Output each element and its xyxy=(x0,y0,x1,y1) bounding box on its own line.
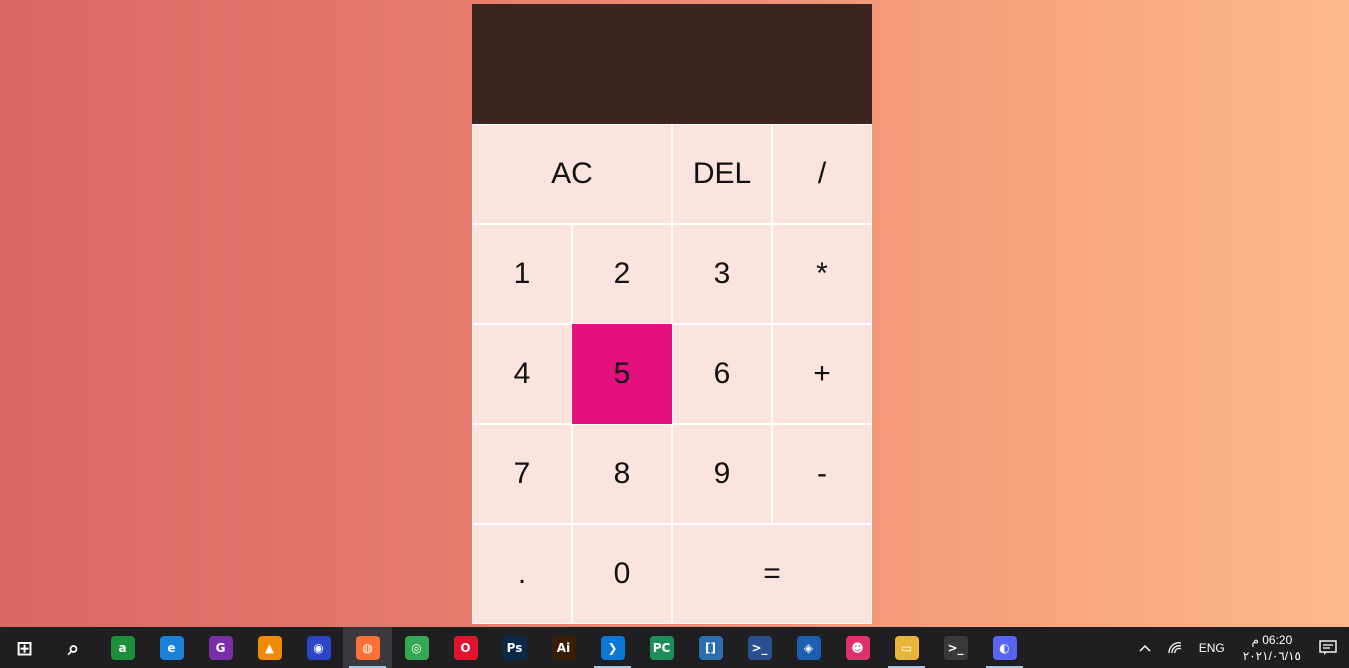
vscode-icon[interactable]: ❯ xyxy=(588,627,637,668)
windows-taskbar: ⊞ ⌕ a e G ▲ ◉ ◍ ◎ O Ps Ai ❯ PC [] >_ ◈ ☻ ▭ >_ ◐ ENG 06:20 م … xyxy=(0,627,1349,668)
vscode-glyph-icon: ❯ xyxy=(600,635,625,660)
chrome-icon[interactable]: ◎ xyxy=(392,627,441,668)
divide-button[interactable]: / xyxy=(772,124,872,224)
decimal-button[interactable]: . xyxy=(472,524,572,624)
translator-app-icon[interactable]: a xyxy=(98,627,147,668)
add-button[interactable]: + xyxy=(772,324,872,424)
delete-button[interactable]: DEL xyxy=(672,124,772,224)
translator-app-glyph-icon: a xyxy=(110,635,135,660)
discord-icon[interactable]: ◐ xyxy=(980,627,1029,668)
brackets-glyph-icon: [] xyxy=(698,635,723,660)
opera-icon[interactable]: O xyxy=(441,627,490,668)
robot-app-icon[interactable]: ☻ xyxy=(833,627,882,668)
terminal-glyph-icon: >_ xyxy=(943,635,968,660)
file-explorer-glyph-icon: ▭ xyxy=(894,635,919,660)
all-clear-button[interactable]: AC xyxy=(472,124,672,224)
pycharm-icon[interactable]: PC xyxy=(637,627,686,668)
windows-start-glyph-icon: ⊞ xyxy=(16,635,33,660)
terminal-icon[interactable]: >_ xyxy=(931,627,980,668)
search-glyph-icon: ⌕ xyxy=(67,635,80,660)
g-app-glyph-icon: G xyxy=(208,635,233,660)
equals-button[interactable]: = xyxy=(672,524,872,624)
audio-app-glyph-icon: ◉ xyxy=(306,635,331,660)
firefox-icon[interactable]: ◍ xyxy=(343,627,392,668)
windows-start-icon[interactable]: ⊞ xyxy=(0,627,49,668)
digit-1-button[interactable]: 1 xyxy=(472,224,572,324)
edge-browser-icon[interactable]: e xyxy=(147,627,196,668)
digit-5-button[interactable]: 5 xyxy=(572,324,672,424)
g-app-icon[interactable]: G xyxy=(196,627,245,668)
firefox-glyph-icon: ◍ xyxy=(355,635,380,660)
digit-7-button[interactable]: 7 xyxy=(472,424,572,524)
notifications-icon[interactable] xyxy=(1311,639,1349,656)
photoshop-glyph-icon: Ps xyxy=(502,635,527,660)
clock-time: 06:20 م xyxy=(1251,632,1293,647)
powershell-icon[interactable]: >_ xyxy=(735,627,784,668)
illustrator-glyph-icon: Ai xyxy=(551,635,576,660)
wifi-icon[interactable] xyxy=(1159,641,1191,655)
subtract-button[interactable]: - xyxy=(772,424,872,524)
photoshop-icon[interactable]: Ps xyxy=(490,627,539,668)
show-hidden-icons-chevron-icon[interactable] xyxy=(1131,644,1159,652)
digit-6-button[interactable]: 6 xyxy=(672,324,772,424)
digit-2-button[interactable]: 2 xyxy=(572,224,672,324)
robot-app-glyph-icon: ☻ xyxy=(845,635,870,660)
digit-8-button[interactable]: 8 xyxy=(572,424,672,524)
system-tray: ENG 06:20 م ٢٠٢١/٠٦/١٥ xyxy=(1131,627,1349,668)
calculator: AC DEL/ 1 2 3 * 4 5 6 +7 8 9-. 0 = xyxy=(472,4,872,624)
search-icon[interactable]: ⌕ xyxy=(49,627,98,668)
digit-9-button[interactable]: 9 xyxy=(672,424,772,524)
clock[interactable]: 06:20 م ٢٠٢١/٠٦/١٥ xyxy=(1233,632,1311,664)
opera-glyph-icon: O xyxy=(453,635,478,660)
calculator-display xyxy=(472,4,872,124)
vlc-glyph-icon: ▲ xyxy=(257,635,282,660)
multiply-button[interactable]: * xyxy=(772,224,872,324)
pycharm-glyph-icon: PC xyxy=(649,635,674,660)
language-indicator[interactable]: ENG xyxy=(1191,641,1233,655)
wireshark-icon[interactable]: ◈ xyxy=(784,627,833,668)
taskbar-apps: ⊞ ⌕ a e G ▲ ◉ ◍ ◎ O Ps Ai ❯ PC [] >_ ◈ ☻ ▭ >_ ◐ xyxy=(0,627,1029,668)
file-explorer-icon[interactable]: ▭ xyxy=(882,627,931,668)
edge-browser-glyph-icon: e xyxy=(159,635,184,660)
brackets-icon[interactable]: [] xyxy=(686,627,735,668)
clock-date: ٢٠٢١/٠٦/١٥ xyxy=(1242,648,1301,663)
digit-4-button[interactable]: 4 xyxy=(472,324,572,424)
digit-3-button[interactable]: 3 xyxy=(672,224,772,324)
digit-0-button[interactable]: 0 xyxy=(572,524,672,624)
wireshark-glyph-icon: ◈ xyxy=(796,635,821,660)
vlc-icon[interactable]: ▲ xyxy=(245,627,294,668)
audio-app-icon[interactable]: ◉ xyxy=(294,627,343,668)
chrome-glyph-icon: ◎ xyxy=(404,635,429,660)
discord-glyph-icon: ◐ xyxy=(992,635,1017,660)
illustrator-icon[interactable]: Ai xyxy=(539,627,588,668)
powershell-glyph-icon: >_ xyxy=(747,635,772,660)
